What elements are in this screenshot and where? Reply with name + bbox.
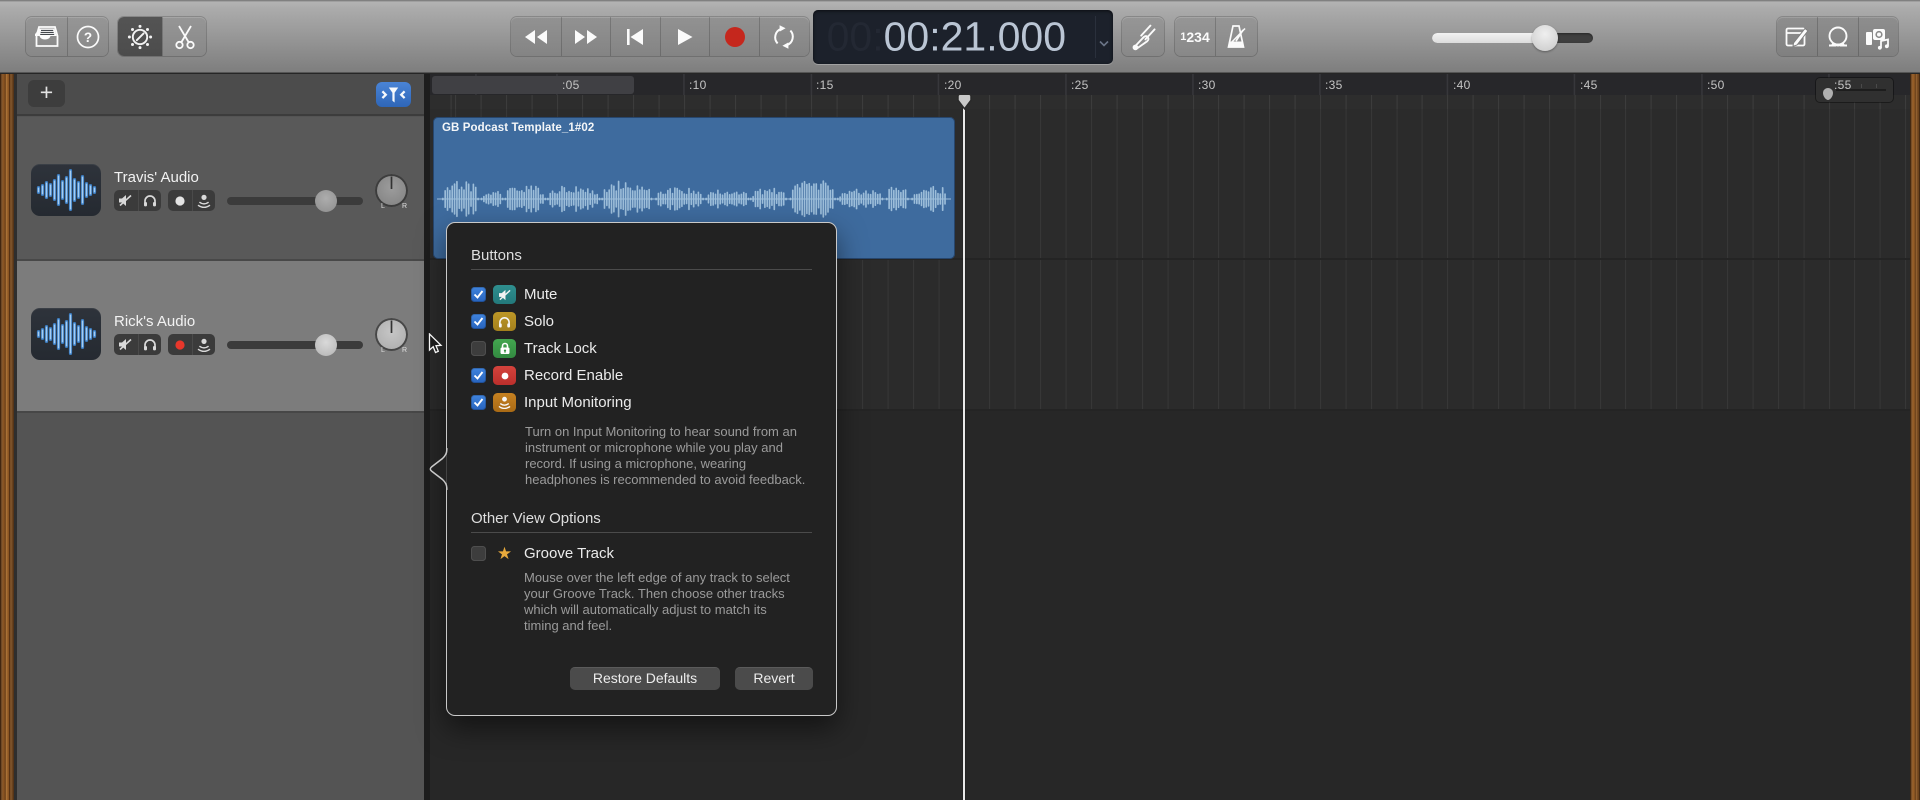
svg-text:?: ? — [84, 30, 92, 45]
